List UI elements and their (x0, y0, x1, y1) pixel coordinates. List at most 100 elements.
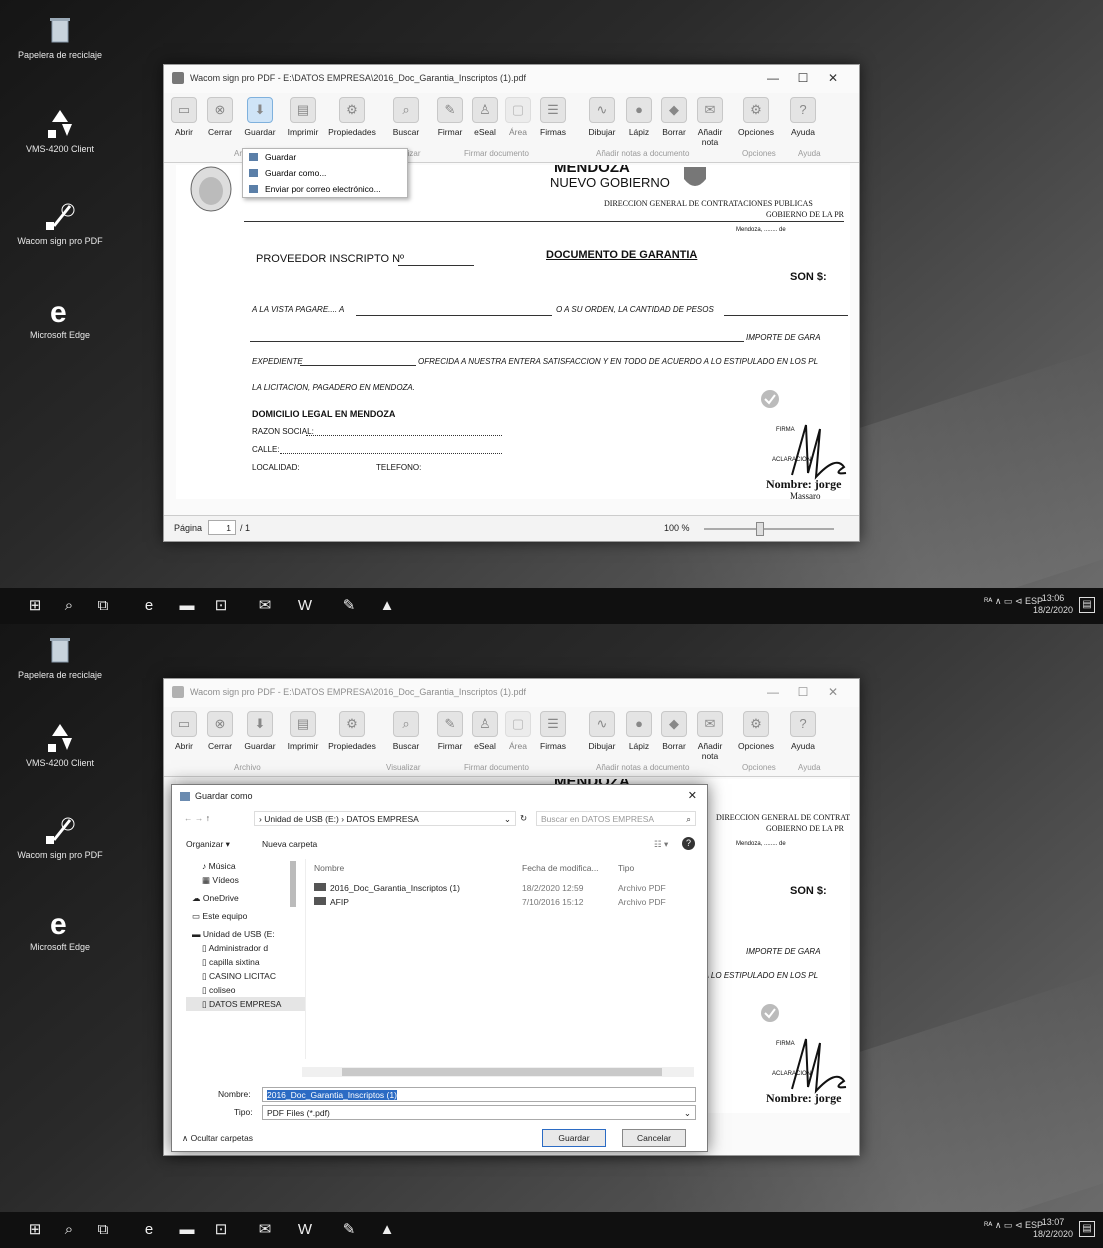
hide-folders-toggle[interactable]: ∧ Ocultar carpetas (182, 1133, 253, 1144)
maximize-button[interactable]: ☐ (791, 685, 815, 699)
start-icon[interactable]: ⊞ (26, 1221, 44, 1239)
help-icon[interactable]: ? (682, 837, 695, 850)
ribbon-eseal[interactable]: ♙ eSeal (470, 97, 500, 137)
zoom-thumb[interactable] (756, 522, 764, 536)
organizar-button[interactable]: Organizar ▾ (186, 839, 230, 850)
ribbon-area[interactable]: ▢ Área (504, 711, 532, 751)
word-icon[interactable]: W (296, 1221, 314, 1239)
menu-guardar-como[interactable]: Guardar como... (243, 165, 407, 181)
clock[interactable]: 13:06 18/2/2020 (1033, 592, 1073, 616)
ribbon-cerrar[interactable]: ⊗ Cerrar (204, 711, 236, 751)
close-button[interactable]: ✕ (821, 71, 845, 85)
nav-item[interactable]: ☁ OneDrive (186, 891, 305, 905)
desktop-icon-edge[interactable]: e Microsoft Edge (8, 294, 112, 340)
vms-taskbar-icon[interactable]: ▲ (378, 1221, 396, 1239)
ribbon-firmar[interactable]: ✎ Firmar (434, 97, 466, 137)
ribbon-area[interactable]: ▢ Área (504, 97, 532, 137)
ribbon-abrir[interactable]: ▭ Abrir (170, 711, 198, 751)
nav-item[interactable]: ▦ Vídeos (186, 873, 305, 887)
nav-item[interactable]: ▭ Este equipo (186, 909, 305, 923)
ribbon-guardar[interactable]: ⬇ Guardar (240, 97, 280, 137)
ribbon-dibujar[interactable]: ∿ Dibujar (584, 97, 620, 137)
ribbon-imprimir[interactable]: ▤ Imprimir (282, 711, 324, 751)
ribbon-firmas[interactable]: ☰ Firmas (536, 711, 570, 751)
desktop-icon-vms[interactable]: VMS-4200 Client (8, 108, 112, 154)
ribbon-imprimir[interactable]: ▤ Imprimir (282, 97, 324, 137)
ribbon-propiedades[interactable]: ⚙ Propiedades (324, 97, 380, 137)
file-row[interactable]: AFIP 7/10/2016 15:12 Archivo PDF (314, 897, 694, 907)
ribbon-firmar[interactable]: ✎ Firmar (434, 711, 466, 751)
clock[interactable]: 13:07 18/2/2020 (1033, 1216, 1073, 1240)
ribbon-opciones[interactable]: ⚙ Opciones (736, 97, 776, 137)
ribbon-firmas[interactable]: ☰ Firmas (536, 97, 570, 137)
wacom-taskbar-icon[interactable]: ✎ (340, 1221, 358, 1239)
notification-icon[interactable]: ▤ (1079, 1221, 1095, 1237)
ribbon-propiedades[interactable]: ⚙ Propiedades (324, 711, 380, 751)
ribbon-opciones[interactable]: ⚙ Opciones (736, 711, 776, 751)
close-button[interactable]: ✕ (821, 685, 845, 699)
nav-item[interactable]: ♪ Música (186, 859, 305, 873)
nav-item[interactable]: ▬ Unidad de USB (E: (186, 927, 305, 941)
nav-item[interactable]: ▯ capilla sixtina (186, 955, 305, 969)
search-icon[interactable]: ⌕ (60, 1221, 78, 1239)
new-folder-button[interactable]: Nueva carpeta (262, 839, 317, 849)
maximize-button[interactable]: ☐ (791, 71, 815, 85)
col-tipo[interactable]: Tipo (618, 863, 634, 873)
nav-item-selected[interactable]: ▯ DATOS EMPRESA (186, 997, 305, 1011)
nav-arrows[interactable]: ← → ↑ (184, 813, 210, 823)
ribbon-ayuda[interactable]: ? Ayuda (786, 711, 820, 751)
word-icon[interactable]: W (296, 597, 314, 615)
file-explorer-icon[interactable]: ▬ (178, 1221, 196, 1239)
ribbon-eseal[interactable]: ♙ eSeal (470, 711, 500, 751)
ribbon-abrir[interactable]: ▭ Abrir (170, 97, 198, 137)
desktop-icon-recycle-bin[interactable]: Papelera de reciclaje (8, 14, 112, 60)
file-explorer-icon[interactable]: ▬ (178, 597, 196, 615)
ribbon-borrar[interactable]: ◆ Borrar (658, 97, 690, 137)
scroll-thumb[interactable] (342, 1068, 662, 1076)
dialog-close-button[interactable]: ✕ (688, 789, 697, 802)
zoom-slider[interactable] (704, 522, 834, 536)
mail-icon[interactable]: ✉ (256, 597, 274, 615)
filename-input[interactable]: 2016_Doc_Garantia_Inscriptos (1) (262, 1087, 696, 1102)
task-view-icon[interactable]: ⧉ (94, 597, 112, 615)
desktop-icon-vms[interactable]: VMS-4200 Client (8, 722, 112, 768)
minimize-button[interactable]: — (761, 71, 785, 85)
store-icon[interactable]: ⊡ (212, 597, 230, 615)
col-nombre[interactable]: Nombre (314, 863, 344, 873)
ribbon-anadir-nota[interactable]: ✉ Añadir nota (692, 711, 728, 761)
nav-item[interactable]: ▯ CASINO LICITAC (186, 969, 305, 983)
filetype-select[interactable]: PDF Files (*.pdf) ⌄ (262, 1105, 696, 1120)
notification-icon[interactable]: ▤ (1079, 597, 1095, 613)
search-input[interactable]: Buscar en DATOS EMPRESA ⌕ (536, 811, 696, 826)
ribbon-dibujar[interactable]: ∿ Dibujar (584, 711, 620, 751)
vms-taskbar-icon[interactable]: ▲ (378, 597, 396, 615)
address-bar[interactable]: › Unidad de USB (E:) › DATOS EMPRESA ⌄ (254, 811, 516, 826)
search-icon[interactable]: ⌕ (60, 597, 78, 615)
store-icon[interactable]: ⊡ (212, 1221, 230, 1239)
guardar-button[interactable]: Guardar (542, 1129, 606, 1147)
mail-icon[interactable]: ✉ (256, 1221, 274, 1239)
edge-taskbar-icon[interactable]: e (140, 597, 158, 615)
start-icon[interactable]: ⊞ (26, 597, 44, 615)
col-fecha[interactable]: Fecha de modifica... (522, 863, 599, 873)
ribbon-lapiz[interactable]: ● Lápiz (624, 97, 654, 137)
nav-item[interactable]: ▯ Administrador d (186, 941, 305, 955)
nav-scrollbar[interactable] (290, 861, 296, 907)
ribbon-borrar[interactable]: ◆ Borrar (658, 711, 690, 751)
minimize-button[interactable]: — (761, 685, 785, 699)
ribbon-buscar[interactable]: ⌕ Buscar (390, 97, 422, 137)
horizontal-scrollbar[interactable] (302, 1067, 694, 1077)
menu-guardar[interactable]: Guardar (243, 149, 407, 165)
ribbon-guardar[interactable]: ⬇ Guardar (240, 711, 280, 751)
wacom-taskbar-icon[interactable]: ✎ (340, 597, 358, 615)
ribbon-cerrar[interactable]: ⊗ Cerrar (204, 97, 236, 137)
refresh-icon[interactable]: ↻ (520, 813, 527, 824)
page-input[interactable]: 1 (208, 520, 236, 535)
desktop-icon-wacom[interactable]: Wacom sign pro PDF (8, 200, 112, 246)
ribbon-buscar[interactable]: ⌕ Buscar (390, 711, 422, 751)
file-row[interactable]: 2016_Doc_Garantia_Inscriptos (1) 18/2/202… (314, 883, 694, 893)
cancelar-button[interactable]: Cancelar (622, 1129, 686, 1147)
menu-enviar-correo[interactable]: Enviar por correo electrónico... (243, 181, 407, 197)
ribbon-lapiz[interactable]: ● Lápiz (624, 711, 654, 751)
desktop-icon-wacom[interactable]: Wacom sign pro PDF (8, 814, 112, 860)
